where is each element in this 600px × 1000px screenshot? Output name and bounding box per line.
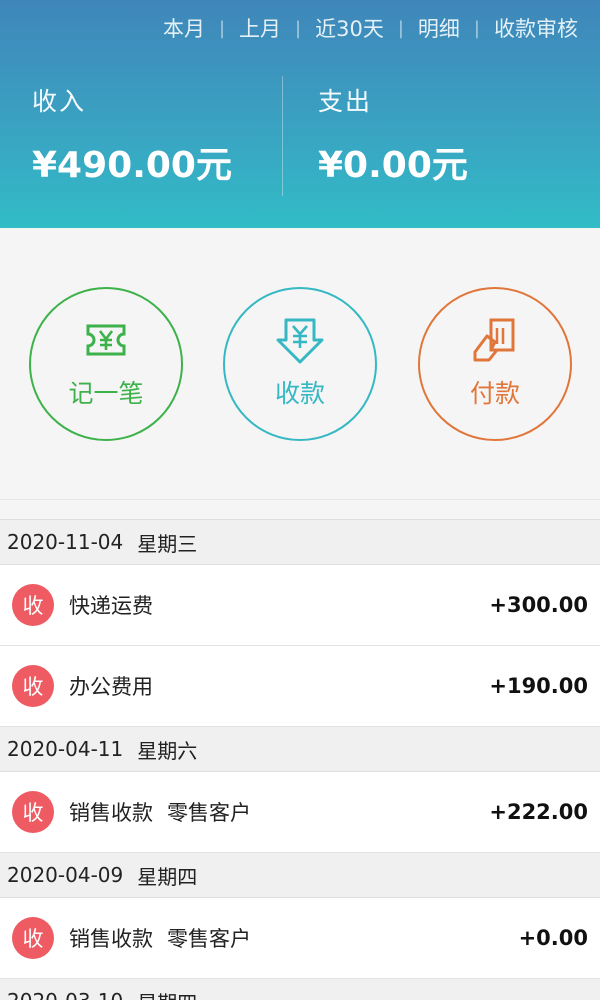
summary-divider [282, 76, 283, 196]
nav-separator: | [397, 17, 404, 39]
date-text: 2020-03-10 [7, 989, 123, 1000]
date-header: 2020-03-10 星期四 [0, 979, 600, 1000]
expense-summary: 支出 ¥0.00元 [318, 76, 468, 196]
transaction-row[interactable]: 收 销售收款 零售客户 +222.00 [0, 772, 600, 853]
nav-details[interactable]: 明细 [414, 13, 464, 43]
expense-label: 支出 [318, 87, 373, 116]
weekday-text: 星期四 [137, 987, 197, 1000]
weekday-text: 星期六 [137, 738, 198, 763]
nav-this-month[interactable]: 本月 [159, 13, 209, 43]
income-badge: 收 [12, 791, 54, 833]
date-text: 2020-11-04 [7, 530, 124, 554]
income-badge: 收 [12, 917, 54, 959]
transaction-customer: 零售客户 [167, 801, 251, 825]
date-text: 2020-04-09 [7, 863, 124, 887]
nav-payment-review[interactable]: 收款审核 [490, 13, 582, 43]
transaction-row[interactable]: 收 销售收款 零售客户 +0.00 [0, 898, 600, 979]
income-value: ¥490.00元 [32, 145, 232, 186]
page: 本月 | 上月 | 近30天 | 明细 | 收款审核 收入 ¥490.00元 支… [0, 0, 600, 1000]
income-badge: 收 [12, 584, 54, 626]
transaction-category: 办公费用 [69, 675, 153, 699]
transaction-amount: +190.00 [489, 674, 588, 698]
receive-label: 收款 [274, 379, 325, 408]
hand-card-icon [473, 318, 515, 362]
list-spacer [0, 500, 600, 520]
date-header: 2020-04-11 星期六 [0, 727, 600, 772]
transaction-category: 快递运费 [69, 594, 153, 618]
date-header: 2020-04-09 星期四 [0, 853, 600, 898]
transaction-customer: 零售客户 [167, 927, 251, 951]
transaction-title: 快递运费 [69, 590, 489, 620]
transaction-category: 销售收款 [69, 801, 153, 825]
transaction-title: 销售收款 零售客户 [69, 923, 519, 953]
income-label: 收入 [32, 87, 87, 116]
transaction-row[interactable]: 收 快递运费 +300.00 [0, 565, 600, 646]
nav-separator: | [473, 17, 480, 39]
transaction-title: 销售收款 零售客户 [69, 797, 489, 827]
nav-separator: | [295, 17, 302, 39]
date-text: 2020-04-11 [7, 737, 124, 761]
record-label: 记一笔 [68, 379, 144, 408]
transaction-category: 销售收款 [69, 927, 153, 951]
pay-button[interactable]: 付款 [418, 287, 572, 441]
transaction-list: 2020-11-04 星期三 收 快递运费 +300.00 收 办公费用 +19… [0, 500, 600, 1000]
nav-last-month[interactable]: 上月 [235, 13, 285, 43]
period-nav: 本月 | 上月 | 近30天 | 明细 | 收款审核 [159, 10, 582, 46]
header: 本月 | 上月 | 近30天 | 明细 | 收款审核 收入 ¥490.00元 支… [0, 0, 600, 228]
record-button[interactable]: 记一笔 [29, 287, 183, 441]
weekday-text: 星期三 [137, 531, 198, 556]
income-summary: 收入 ¥490.00元 [32, 76, 232, 196]
ticket-yen-icon [86, 324, 126, 356]
date-header: 2020-11-04 星期三 [0, 520, 600, 565]
transaction-amount: +300.00 [489, 593, 588, 617]
receive-button[interactable]: 收款 [223, 287, 377, 441]
nav-separator: | [218, 17, 226, 39]
summary: 收入 ¥490.00元 支出 ¥0.00元 [0, 76, 600, 196]
nav-last-30-days[interactable]: 近30天 [311, 13, 388, 43]
transaction-title: 办公费用 [69, 671, 489, 701]
action-panel: 记一笔 收款 付款 [0, 228, 600, 500]
yen-down-arrow-icon [276, 318, 324, 364]
pay-label: 付款 [469, 379, 520, 408]
income-badge: 收 [12, 665, 54, 707]
transaction-row[interactable]: 收 办公费用 +190.00 [0, 646, 600, 727]
transaction-amount: +0.00 [518, 926, 588, 950]
transaction-amount: +222.00 [489, 800, 588, 824]
weekday-text: 星期四 [137, 864, 198, 889]
expense-value: ¥0.00元 [318, 145, 468, 186]
